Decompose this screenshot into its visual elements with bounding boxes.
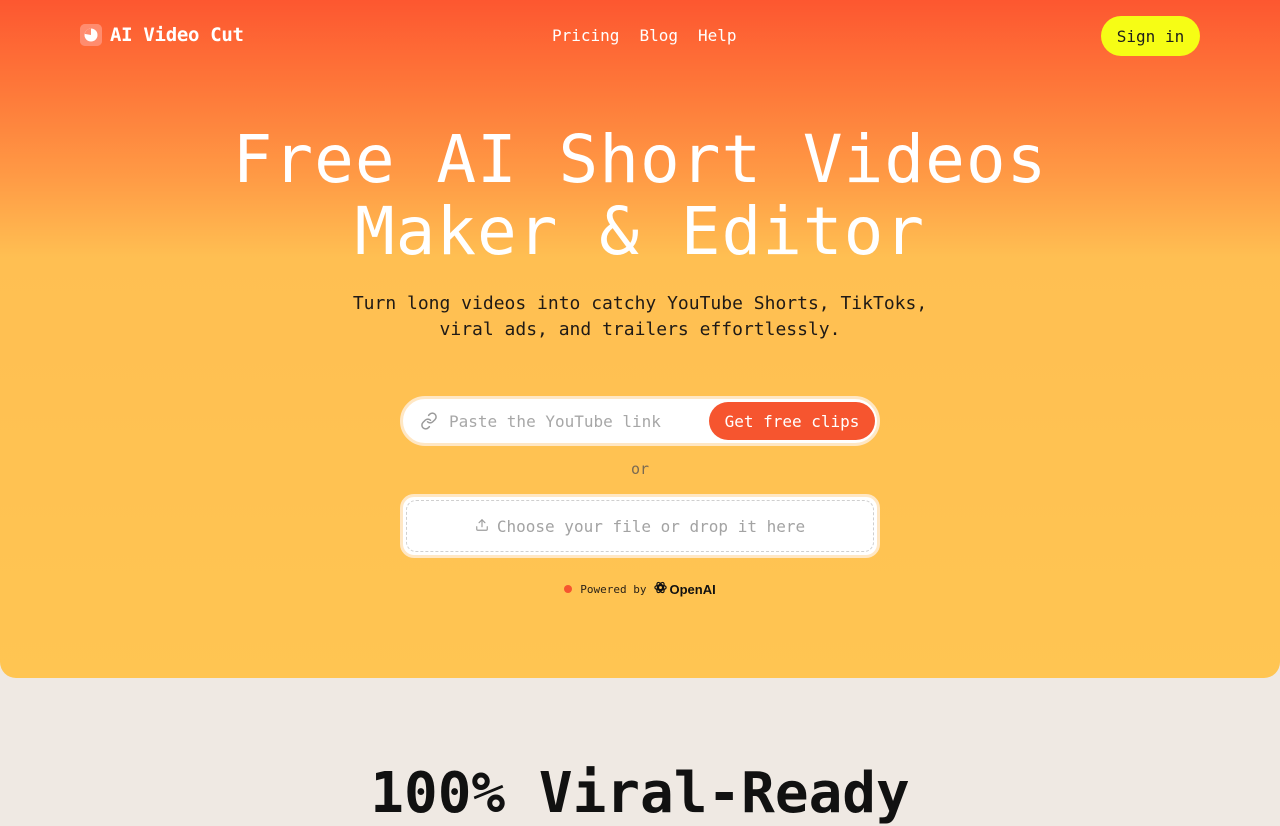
status-dot [564, 585, 573, 593]
youtube-link-input[interactable] [447, 407, 697, 435]
openai-name: OpenAI [669, 581, 716, 597]
upload-icon [475, 517, 489, 536]
features-section: 100% Viral-Ready [0, 680, 1280, 826]
hero-subtitle-line-1: Turn long videos into catchy YouTube Sho… [352, 293, 928, 314]
brand-logo[interactable]: AI Video Cut [80, 24, 244, 46]
logo-icon [80, 24, 102, 46]
openai-brand: OpenAI [653, 580, 716, 598]
powered-by-label: Powered by [580, 582, 647, 596]
openai-logo-icon [653, 580, 668, 598]
main-nav: Pricing Blog Help [552, 26, 737, 45]
sign-in-button[interactable]: Sign in [1101, 16, 1200, 56]
file-drop-zone[interactable]: Choose your file or drop it here [400, 494, 880, 558]
nav-link-help[interactable]: Help [698, 26, 737, 45]
powered-by: Powered by OpenAI [0, 580, 1280, 598]
hero-subtitle: Turn long videos into catchy YouTube Sho… [340, 291, 940, 343]
file-drop-area: Choose your file or drop it here [406, 500, 874, 552]
hero-subtitle-line-2: viral ads, and trailers effortlessly. [439, 319, 841, 340]
file-drop-label: Choose your file or drop it here [496, 516, 806, 536]
hero-title-line-2: Maker & Editor [354, 193, 926, 270]
get-free-clips-button[interactable]: Get free clips [709, 402, 875, 440]
brand-name: AI Video Cut [110, 24, 244, 46]
hero-section: AI Video Cut Pricing Blog Help Sign in F… [0, 0, 1280, 678]
nav-link-blog[interactable]: Blog [639, 26, 678, 45]
nav-link-pricing[interactable]: Pricing [552, 26, 619, 45]
hero-title-line-1: Free AI Short Videos [232, 121, 1048, 198]
link-icon [420, 412, 438, 430]
site-header: AI Video Cut Pricing Blog Help Sign in [0, 0, 1280, 72]
features-title: 100% Viral-Ready [370, 761, 910, 826]
hero-title: Free AI Short Videos Maker & Editor [0, 124, 1280, 268]
or-divider: or [630, 460, 650, 478]
youtube-link-form: Get free clips [400, 396, 880, 446]
